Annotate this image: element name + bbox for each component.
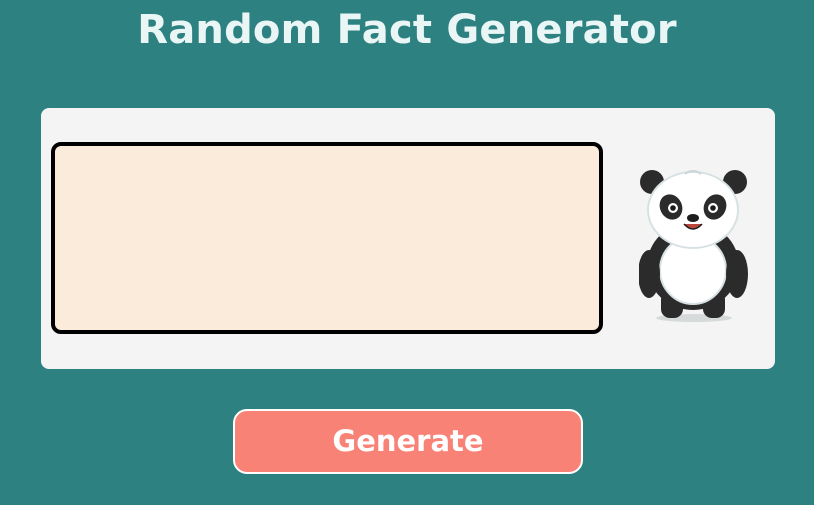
fact-display — [51, 142, 603, 334]
generate-button[interactable]: Generate — [233, 409, 583, 474]
page-title: Random Fact Generator — [137, 7, 677, 53]
app-window: Random Fact Generator Generate — [0, 0, 814, 505]
panda-icon — [639, 170, 748, 322]
fact-card — [41, 108, 775, 369]
